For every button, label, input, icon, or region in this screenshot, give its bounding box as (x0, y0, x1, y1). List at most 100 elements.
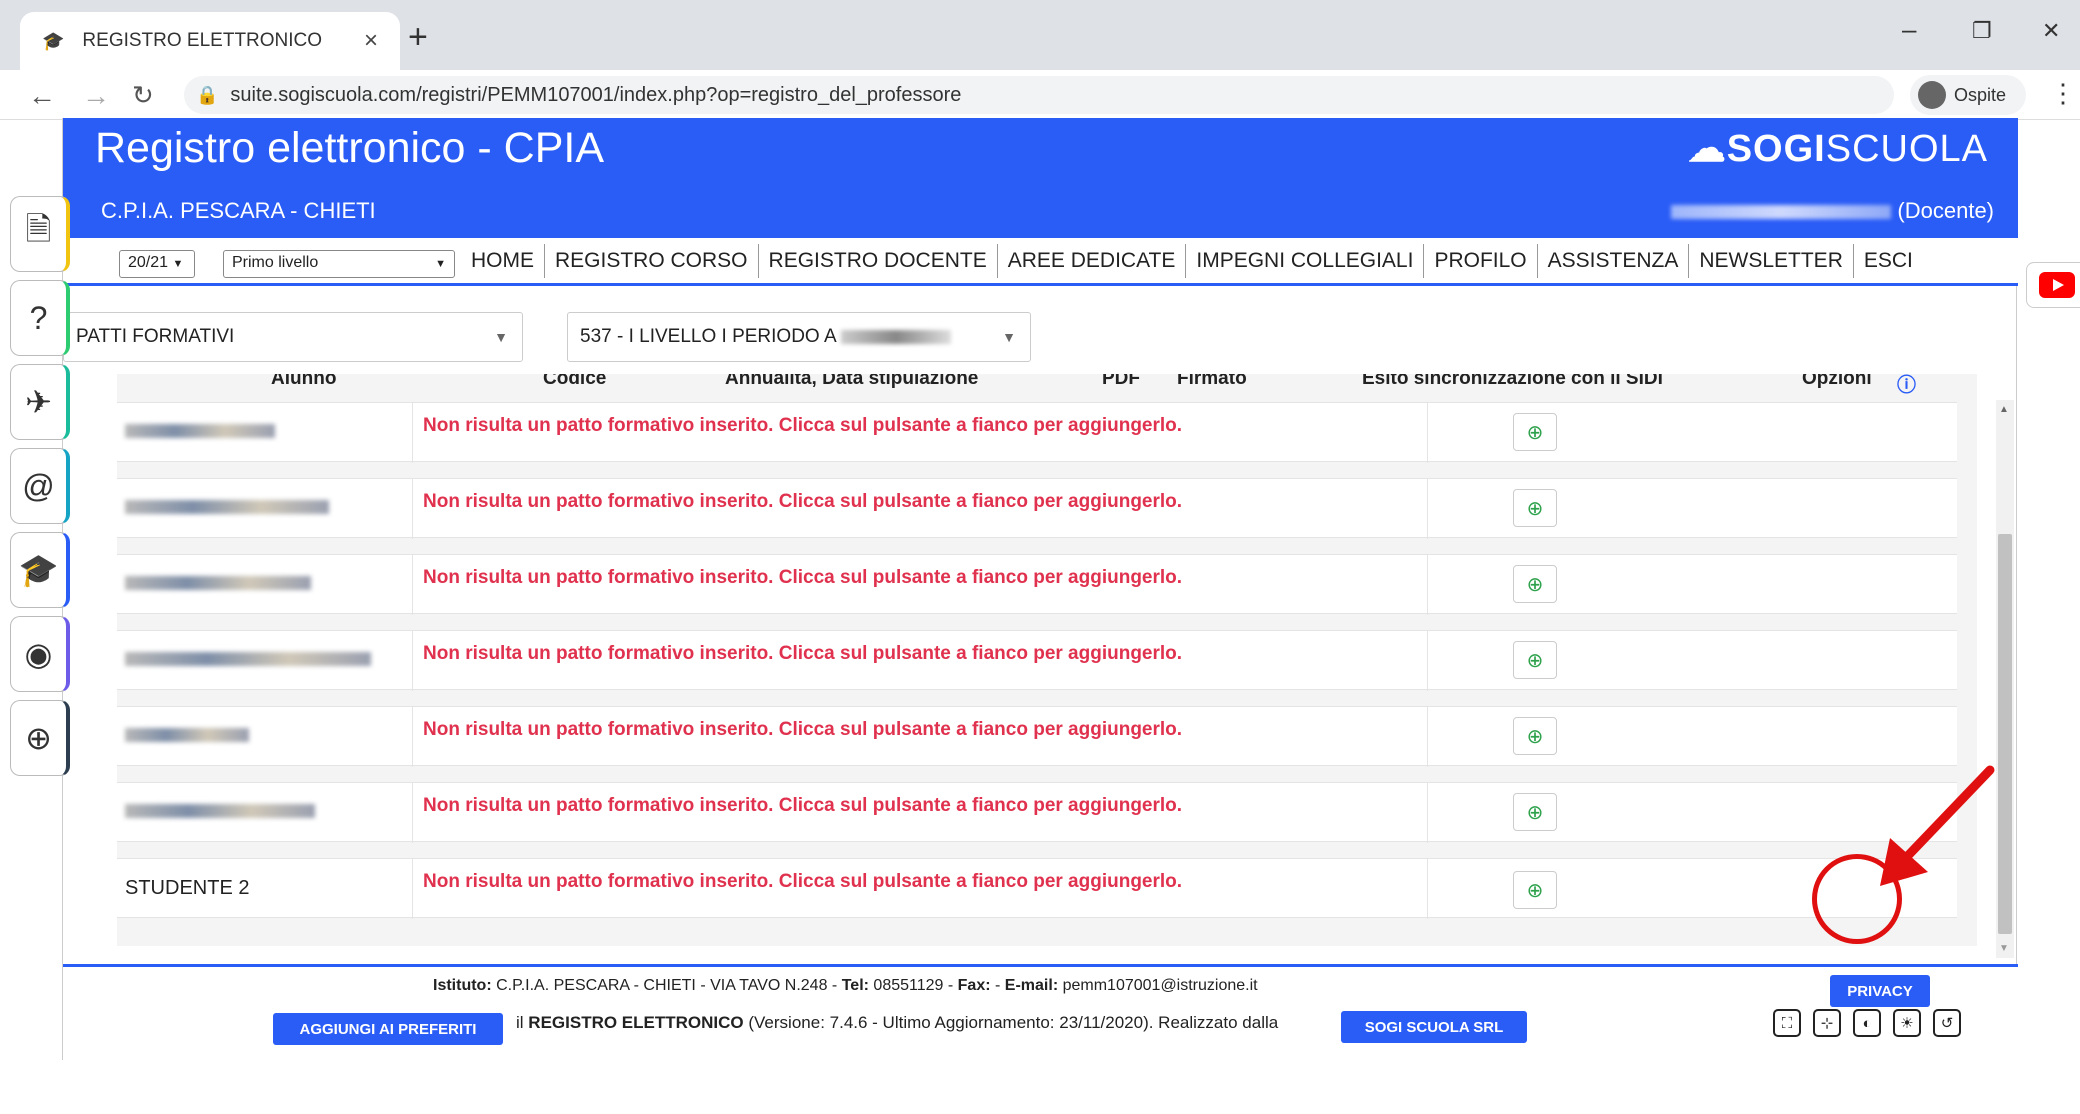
course-select[interactable]: 537 - I LIVELLO I PERIODO A ▼ (567, 312, 1031, 362)
logo-bold-text: SOGI (1726, 128, 1826, 170)
chevron-down-icon: ▼ (435, 258, 446, 270)
graduation-cap-icon[interactable]: 🎓 (10, 532, 70, 608)
table-row: Non risulta un patto formativo inserito.… (117, 630, 1957, 691)
table-row: Non risulta un patto formativo inserito.… (117, 402, 1957, 463)
add-patto-button[interactable]: ⊕ (1513, 641, 1557, 679)
agora-logo-icon[interactable]: ◉ (10, 616, 70, 692)
nav-assistenza[interactable]: ASSISTENZA (1536, 243, 1689, 278)
plus-circle-icon: ⊕ (1526, 421, 1544, 444)
col-firmato: Firmato (1177, 374, 1247, 389)
nav-profilo[interactable]: PROFILO (1423, 243, 1536, 278)
new-tab-button[interactable]: + (408, 18, 428, 57)
student-name (125, 497, 329, 520)
table-row: Non risulta un patto formativo inserito.… (117, 706, 1957, 767)
close-window-button[interactable]: ✕ (2042, 18, 2060, 44)
course-value: 537 - I LIVELLO I PERIODO A (580, 326, 837, 347)
company-button[interactable]: SOGI SCUOLA SRL (1341, 1011, 1527, 1043)
sogiscuola-logo: ☁SOGISCUOLA (1688, 126, 1988, 171)
section-select[interactable]: PATTI FORMATIVI ▼ (63, 312, 523, 362)
nav-esci[interactable]: ESCI (1852, 243, 1923, 278)
restore-button[interactable]: ❐ (1972, 18, 1992, 44)
nav-home[interactable]: HOME (461, 244, 544, 278)
lock-icon: 🔒 (196, 84, 219, 105)
empty-message: Non risulta un patto formativo inserito.… (412, 555, 1182, 615)
divider (1427, 403, 1428, 463)
privacy-button[interactable]: PRIVACY (1830, 975, 1930, 1007)
brightness-icon[interactable]: ☀ (1893, 1009, 1921, 1037)
student-name: STUDENTE 2 (125, 877, 250, 899)
minimize-button[interactable]: – (1902, 14, 1916, 45)
globe-icon[interactable]: ⊕ (10, 700, 70, 776)
email-label: E-mail: (1004, 977, 1059, 994)
profile-label: Ospite (1954, 84, 2007, 105)
avatar-icon (1918, 81, 1946, 109)
browser-toolbar: ← → ↻ 🔒 suite.sogiscuola.com/registri/PE… (0, 70, 2080, 120)
back-arrow-icon[interactable]: ← (28, 80, 56, 112)
col-esito: Esito sincronizzazione con il SIDI (1362, 374, 1663, 389)
add-patto-button[interactable]: ⊕ (1513, 489, 1557, 527)
student-name (125, 421, 275, 444)
add-favorites-button[interactable]: AGGIUNGI AI PREFERITI (273, 1013, 503, 1045)
student-name (125, 573, 311, 596)
divider (1427, 479, 1428, 539)
tab-close-icon[interactable]: × (364, 27, 378, 55)
istituto-label: Istituto: (433, 977, 492, 994)
cloud-logo-icon: ☁ (1687, 128, 1727, 170)
address-bar[interactable]: 🔒 suite.sogiscuola.com/registri/PEMM1070… (184, 76, 1894, 114)
footer: Istituto: C.P.I.A. PESCARA - CHIETI - VI… (63, 964, 2018, 1060)
chevron-down-icon: ▼ (172, 258, 184, 270)
tel-value: 08551129 - (873, 977, 954, 994)
add-patto-button[interactable]: ⊕ (1513, 565, 1557, 603)
nav-registro-docente[interactable]: REGISTRO DOCENTE (757, 243, 997, 278)
divider (1427, 783, 1428, 843)
add-patto-button[interactable]: ⊕ (1513, 717, 1557, 755)
header-banner: Registro elettronico - CPIA C.P.I.A. PES… (63, 118, 2018, 238)
version-bold: REGISTRO ELETTRONICO (528, 1013, 744, 1032)
fullscreen-icon[interactable]: ⛶ (1773, 1009, 1801, 1037)
profile-button[interactable]: Ospite (1910, 75, 2026, 115)
year-value: 20/21 (128, 254, 169, 271)
istituto-value: C.P.I.A. PESCARA - CHIETI - VIA TAVO N.2… (496, 977, 838, 994)
add-patto-button[interactable]: ⊕ (1513, 413, 1557, 451)
dropdown-arrow-icon: ▼ (494, 329, 508, 345)
scroll-up-icon[interactable]: ▲ (1999, 404, 2009, 415)
empty-message: Non risulta un patto formativo inserito.… (412, 783, 1182, 843)
airplane-icon[interactable]: ✈ (10, 364, 70, 440)
nav-registro-corso[interactable]: REGISTRO CORSO (544, 243, 758, 278)
col-pdf: PDF (1102, 374, 1140, 389)
browser-tab[interactable]: 🎓 REGISTRO ELETTRONICO × (20, 12, 400, 70)
version-info: il REGISTRO ELETTRONICO (Versione: 7.4.6… (516, 1013, 1278, 1033)
nav-aree-dedicate[interactable]: AREE DEDICATE (996, 243, 1186, 278)
document-icon[interactable]: 🗎 (10, 196, 70, 272)
level-value: Primo livello (232, 254, 319, 271)
col-codice: Codice (543, 374, 607, 389)
user-role: (Docente) (1897, 198, 1994, 223)
exit-fullscreen-icon[interactable]: ⊹ (1813, 1009, 1841, 1037)
contrast-icon[interactable]: ◐ (1853, 1009, 1881, 1037)
help-icon[interactable]: ⓘ (1897, 374, 1916, 397)
patti-table: Alunno Codice Annualità, Data stipulazio… (117, 374, 1977, 946)
youtube-button[interactable] (2026, 262, 2080, 308)
add-patto-button[interactable]: ⊕ (1513, 793, 1557, 831)
year-select[interactable]: 20/21 ▼ (119, 250, 195, 278)
help-circle-icon[interactable]: ? (10, 280, 70, 356)
page-title: Registro elettronico - CPIA (95, 124, 605, 172)
reload-icon[interactable]: ↻ (132, 80, 154, 111)
forward-arrow-icon[interactable]: → (82, 80, 110, 112)
tab-title: REGISTRO ELETTRONICO (82, 30, 323, 51)
student-name (125, 649, 371, 672)
main-nav: HOME REGISTRO CORSO REGISTRO DOCENTE ARE… (461, 238, 1923, 283)
level-select[interactable]: Primo livello ▼ (223, 250, 455, 278)
nav-impegni-collegiali[interactable]: IMPEGNI COLLEGIALI (1185, 243, 1423, 278)
add-patto-button[interactable]: ⊕ (1513, 871, 1557, 909)
section-value: PATTI FORMATIVI (76, 326, 235, 347)
blurred-user-name (1671, 205, 1892, 220)
at-sign-icon[interactable]: @ (10, 448, 70, 524)
plus-circle-icon: ⊕ (1526, 573, 1544, 596)
tel-label: Tel: (841, 977, 869, 994)
scroll-down-icon[interactable]: ▼ (1999, 943, 2009, 954)
reset-icon[interactable]: ↺ (1933, 1009, 1961, 1037)
kebab-menu-icon[interactable]: ⋮ (2050, 78, 2076, 109)
empty-message: Non risulta un patto formativo inserito.… (412, 707, 1182, 767)
nav-newsletter[interactable]: NEWSLETTER (1688, 243, 1853, 278)
